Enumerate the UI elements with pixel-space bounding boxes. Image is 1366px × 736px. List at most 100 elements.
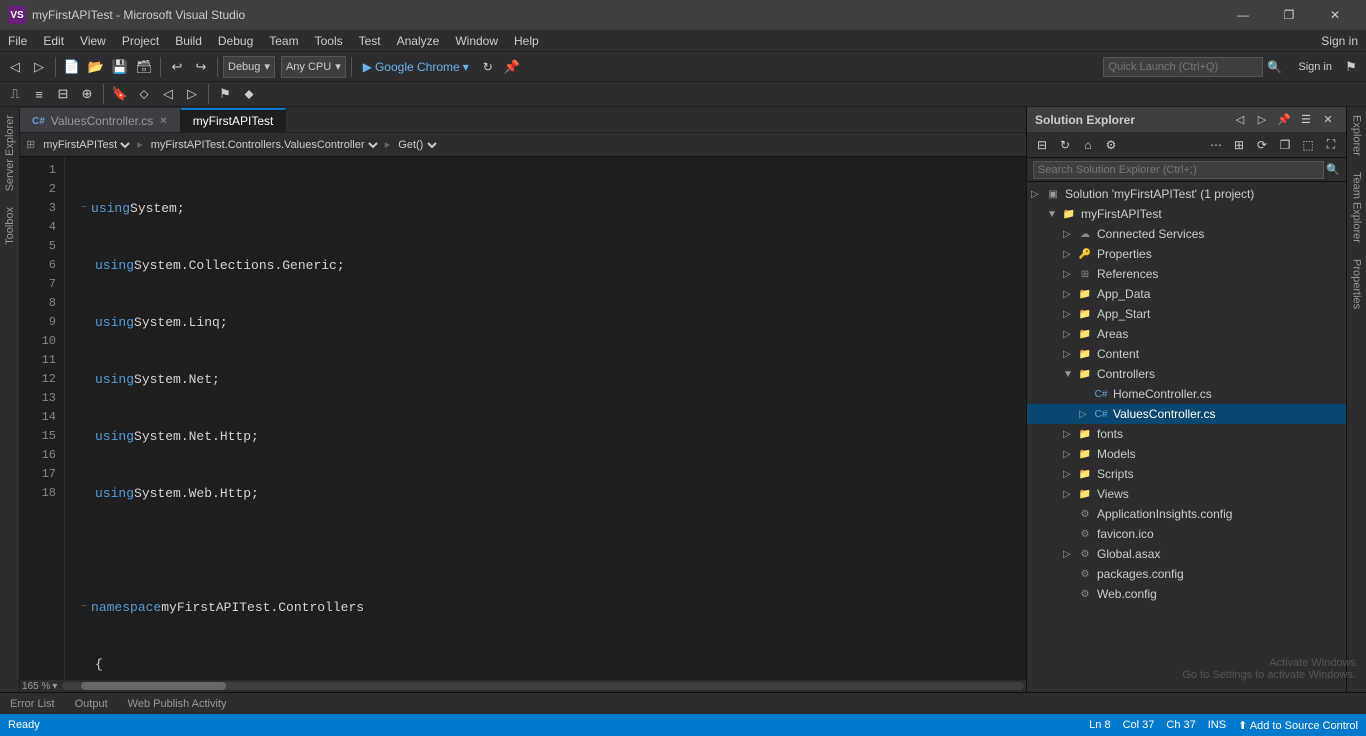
output-tab[interactable]: Output xyxy=(65,693,118,715)
tree-arrow[interactable]: ▷ xyxy=(1063,249,1077,260)
tb2-btn6[interactable]: ⬦ xyxy=(133,83,155,105)
menu-item-tools[interactable]: Tools xyxy=(307,30,351,52)
tree-arrow[interactable]: ▷ xyxy=(1063,429,1077,440)
team-explorer-edge-tab[interactable]: Team Explorer xyxy=(1348,164,1366,251)
se-pin-btn[interactable]: 📌 xyxy=(1274,110,1294,130)
explorer-edge-tab[interactable]: Explorer xyxy=(1348,107,1366,164)
tb2-btn5[interactable]: 🔖 xyxy=(109,83,131,105)
platform-dropdown[interactable]: Any CPU ▾ xyxy=(281,56,346,78)
fold-1[interactable]: − xyxy=(81,199,87,218)
tree-arrow[interactable]: ▷ xyxy=(1063,469,1077,480)
menu-item-window[interactable]: Window xyxy=(447,30,506,52)
scroll-thumb-h[interactable] xyxy=(81,682,225,690)
tree-arrow[interactable]: ▷ xyxy=(1031,189,1045,200)
tb2-btn8[interactable]: ▷ xyxy=(181,83,203,105)
se-prev-btn[interactable]: ◁ xyxy=(1230,110,1250,130)
close-button[interactable]: ✕ xyxy=(1312,0,1358,30)
breadcrumb-member[interactable]: Get() xyxy=(394,138,440,152)
new-project-button[interactable]: 📄 xyxy=(61,56,83,78)
properties-edge-tab[interactable]: Properties xyxy=(1348,251,1366,317)
se-tree-item[interactable]: ▷📁Areas xyxy=(1027,324,1346,344)
se-next-btn[interactable]: ▷ xyxy=(1252,110,1272,130)
refresh-button[interactable]: ↻ xyxy=(477,56,499,78)
menu-item-view[interactable]: View xyxy=(72,30,114,52)
menu-item-analyze[interactable]: Analyze xyxy=(389,30,448,52)
tree-arrow[interactable]: ▷ xyxy=(1063,449,1077,460)
se-search-icon[interactable]: 🔍 xyxy=(1326,163,1340,176)
tree-arrow[interactable]: ▷ xyxy=(1063,269,1077,280)
menu-item-help[interactable]: Help xyxy=(506,30,547,52)
menu-item-file[interactable]: File xyxy=(0,30,35,52)
tree-arrow[interactable]: ▷ xyxy=(1063,549,1077,560)
se-tb-expand[interactable]: ⬚ xyxy=(1297,134,1319,156)
menu-sign-in[interactable]: Sign in xyxy=(1313,30,1366,52)
attach-button[interactable]: 📌 xyxy=(501,56,523,78)
se-menu-btn[interactable]: ☰ xyxy=(1296,110,1316,130)
se-tree-item[interactable]: ▷📁Content xyxy=(1027,344,1346,364)
se-tree-item[interactable]: ▷▣Solution 'myFirstAPITest' (1 project) xyxy=(1027,184,1346,204)
feedback-button[interactable]: ⚑ xyxy=(1340,56,1362,78)
se-close-btn[interactable]: ✕ xyxy=(1318,110,1338,130)
menu-item-build[interactable]: Build xyxy=(167,30,210,52)
se-tree-item[interactable]: ▷C#ValuesController.cs xyxy=(1027,404,1346,424)
tb2-btn9[interactable]: ⚑ xyxy=(214,83,236,105)
breadcrumb-namespace[interactable]: myFirstAPITest.Controllers.ValuesControl… xyxy=(147,138,381,152)
menu-item-edit[interactable]: Edit xyxy=(35,30,72,52)
save-button[interactable]: 💾 xyxy=(109,56,131,78)
zoom-dropdown[interactable]: ▾ xyxy=(52,681,57,692)
se-tree-item[interactable]: ▷📁Views xyxy=(1027,484,1346,504)
save-all-button[interactable]: 🗃 xyxy=(133,56,155,78)
tb2-btn3[interactable]: ⊟ xyxy=(52,83,74,105)
tree-arrow[interactable]: ▷ xyxy=(1063,229,1077,240)
error-list-tab[interactable]: Error List xyxy=(0,693,65,715)
tb2-btn10[interactable]: ⬥ xyxy=(238,83,260,105)
tree-arrow[interactable]: ▼ xyxy=(1047,209,1061,220)
tb2-btn4[interactable]: ⊕ xyxy=(76,83,98,105)
se-tree-item[interactable]: ▷📁App_Start xyxy=(1027,304,1346,324)
se-tb-preview[interactable]: ⛶ xyxy=(1320,134,1342,156)
se-tree-item[interactable]: ▷📁App_Data xyxy=(1027,284,1346,304)
menu-item-debug[interactable]: Debug xyxy=(210,30,261,52)
scrollbar-horizontal[interactable]: 165 % ▾ xyxy=(20,680,1026,692)
tree-arrow[interactable]: ▷ xyxy=(1063,349,1077,360)
menu-item-project[interactable]: Project xyxy=(114,30,167,52)
se-tree-item[interactable]: C#HomeController.cs xyxy=(1027,384,1346,404)
redo-button[interactable]: ↪ xyxy=(190,56,212,78)
se-tree-item[interactable]: ▷📁Models xyxy=(1027,444,1346,464)
menu-item-team[interactable]: Team xyxy=(261,30,306,52)
back-button[interactable]: ◁ xyxy=(4,56,26,78)
restore-button[interactable]: ❐ xyxy=(1266,0,1312,30)
tree-arrow[interactable]: ▷ xyxy=(1063,329,1077,340)
se-tree-item[interactable]: ⚙ApplicationInsights.config xyxy=(1027,504,1346,524)
se-tb-collapse2[interactable]: ❐ xyxy=(1274,134,1296,156)
se-tree-item[interactable]: ▷☁Connected Services xyxy=(1027,224,1346,244)
tb2-btn1[interactable]: ⎍ xyxy=(4,83,26,105)
forward-button[interactable]: ▷ xyxy=(28,56,50,78)
minimize-button[interactable]: — xyxy=(1220,0,1266,30)
tree-arrow[interactable]: ▼ xyxy=(1063,369,1077,380)
se-tree-item[interactable]: ▼📁myFirstAPITest xyxy=(1027,204,1346,224)
tree-arrow[interactable]: ▷ xyxy=(1063,289,1077,300)
add-to-source-control[interactable]: ⬆ Add to Source Control xyxy=(1238,719,1358,732)
tree-arrow[interactable]: ▷ xyxy=(1063,489,1077,500)
run-button[interactable]: ▶ Google Chrome ▾ xyxy=(357,58,475,76)
se-tb-home[interactable]: ⌂ xyxy=(1077,134,1099,156)
se-tb-refresh[interactable]: ↻ xyxy=(1054,134,1076,156)
toolbox-tab[interactable]: Toolbox xyxy=(1,199,19,253)
se-tb-collapse[interactable]: ⊟ xyxy=(1031,134,1053,156)
breadcrumb-project[interactable]: myFirstAPITest xyxy=(39,138,133,152)
se-tree-item[interactable]: ▼📁Controllers xyxy=(1027,364,1346,384)
web-publish-tab[interactable]: Web Publish Activity xyxy=(118,693,237,715)
code-content[interactable]: −using System; using System.Collections.… xyxy=(65,157,1026,680)
fold-8[interactable]: − xyxy=(81,598,87,617)
sign-in-button[interactable]: Sign in xyxy=(1292,61,1338,73)
se-tb-history[interactable]: ⋯ xyxy=(1205,134,1227,156)
open-button[interactable]: 📂 xyxy=(85,56,107,78)
server-explorer-tab[interactable]: Server Explorer xyxy=(1,107,19,199)
tab-close-1[interactable]: ✕ xyxy=(159,116,167,127)
se-tb-settings[interactable]: ⚙ xyxy=(1100,134,1122,156)
se-tree-item[interactable]: ▷🔑Properties xyxy=(1027,244,1346,264)
debug-mode-dropdown[interactable]: Debug ▾ xyxy=(223,56,275,78)
quick-launch-input[interactable] xyxy=(1103,57,1263,77)
se-tree-item[interactable]: ▷📁Scripts xyxy=(1027,464,1346,484)
